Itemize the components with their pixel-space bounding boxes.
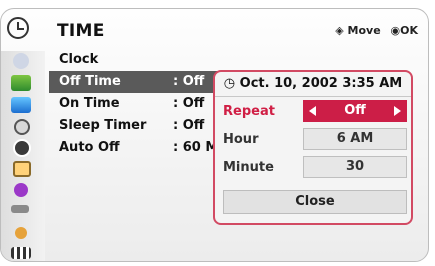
move-hint: ◈ Move xyxy=(335,24,381,37)
minute-field[interactable]: 30 xyxy=(303,156,407,178)
clock-icon[interactable] xyxy=(13,139,31,157)
row-value: : 60 M xyxy=(173,140,219,155)
sidebar xyxy=(1,51,45,261)
input-icon[interactable] xyxy=(11,205,29,213)
current-datetime: ◷ Oct. 10, 2002 3:35 AM xyxy=(223,76,403,91)
photo-icon[interactable] xyxy=(13,53,29,69)
row-value: : Off xyxy=(173,118,205,133)
lock-icon[interactable] xyxy=(13,161,31,177)
close-button[interactable]: Close xyxy=(223,190,407,214)
key-hints: ◈ Move ◉OK xyxy=(329,24,418,37)
menu-row-clock[interactable]: Clock xyxy=(49,49,264,71)
row-label: On Time xyxy=(59,96,120,111)
row-label: Off Time xyxy=(59,74,121,89)
tv-osd-screen: TIME ◈ Move ◉OK Clock Off Time : Off On … xyxy=(0,0,435,266)
row-label: Sleep Timer xyxy=(59,118,147,133)
menu-frame: TIME ◈ Move ◉OK Clock Off Time : Off On … xyxy=(0,8,429,262)
arrow-right-icon[interactable] xyxy=(394,106,401,116)
repeat-label: Repeat xyxy=(223,104,275,119)
screen-icon[interactable] xyxy=(11,97,31,113)
repeat-selector[interactable]: Off xyxy=(303,100,407,122)
row-value: : Off xyxy=(173,74,205,89)
clock-icon: ◷ xyxy=(223,76,240,91)
page-title: TIME xyxy=(57,21,105,41)
target-icon[interactable] xyxy=(14,119,30,135)
clock-icon xyxy=(7,17,29,39)
row-label: Auto Off xyxy=(59,140,120,155)
info-icon[interactable] xyxy=(14,183,28,197)
repeat-value: Off xyxy=(344,103,366,118)
arrow-left-icon[interactable] xyxy=(309,106,316,116)
hour-label: Hour xyxy=(223,132,259,147)
off-time-popup: ◷ Oct. 10, 2002 3:35 AM Repeat Off Hour … xyxy=(213,70,413,225)
picture-icon[interactable] xyxy=(11,75,31,91)
row-value: : Off xyxy=(173,96,205,111)
usb-icon[interactable] xyxy=(15,227,27,239)
minute-label: Minute xyxy=(223,160,274,175)
movie-icon[interactable] xyxy=(11,247,31,259)
row-label: Clock xyxy=(59,52,99,67)
divider xyxy=(215,96,411,97)
hour-field[interactable]: 6 AM xyxy=(303,128,407,150)
ok-hint: ◉OK xyxy=(390,24,418,37)
title-bar: TIME ◈ Move ◉OK xyxy=(1,9,428,53)
